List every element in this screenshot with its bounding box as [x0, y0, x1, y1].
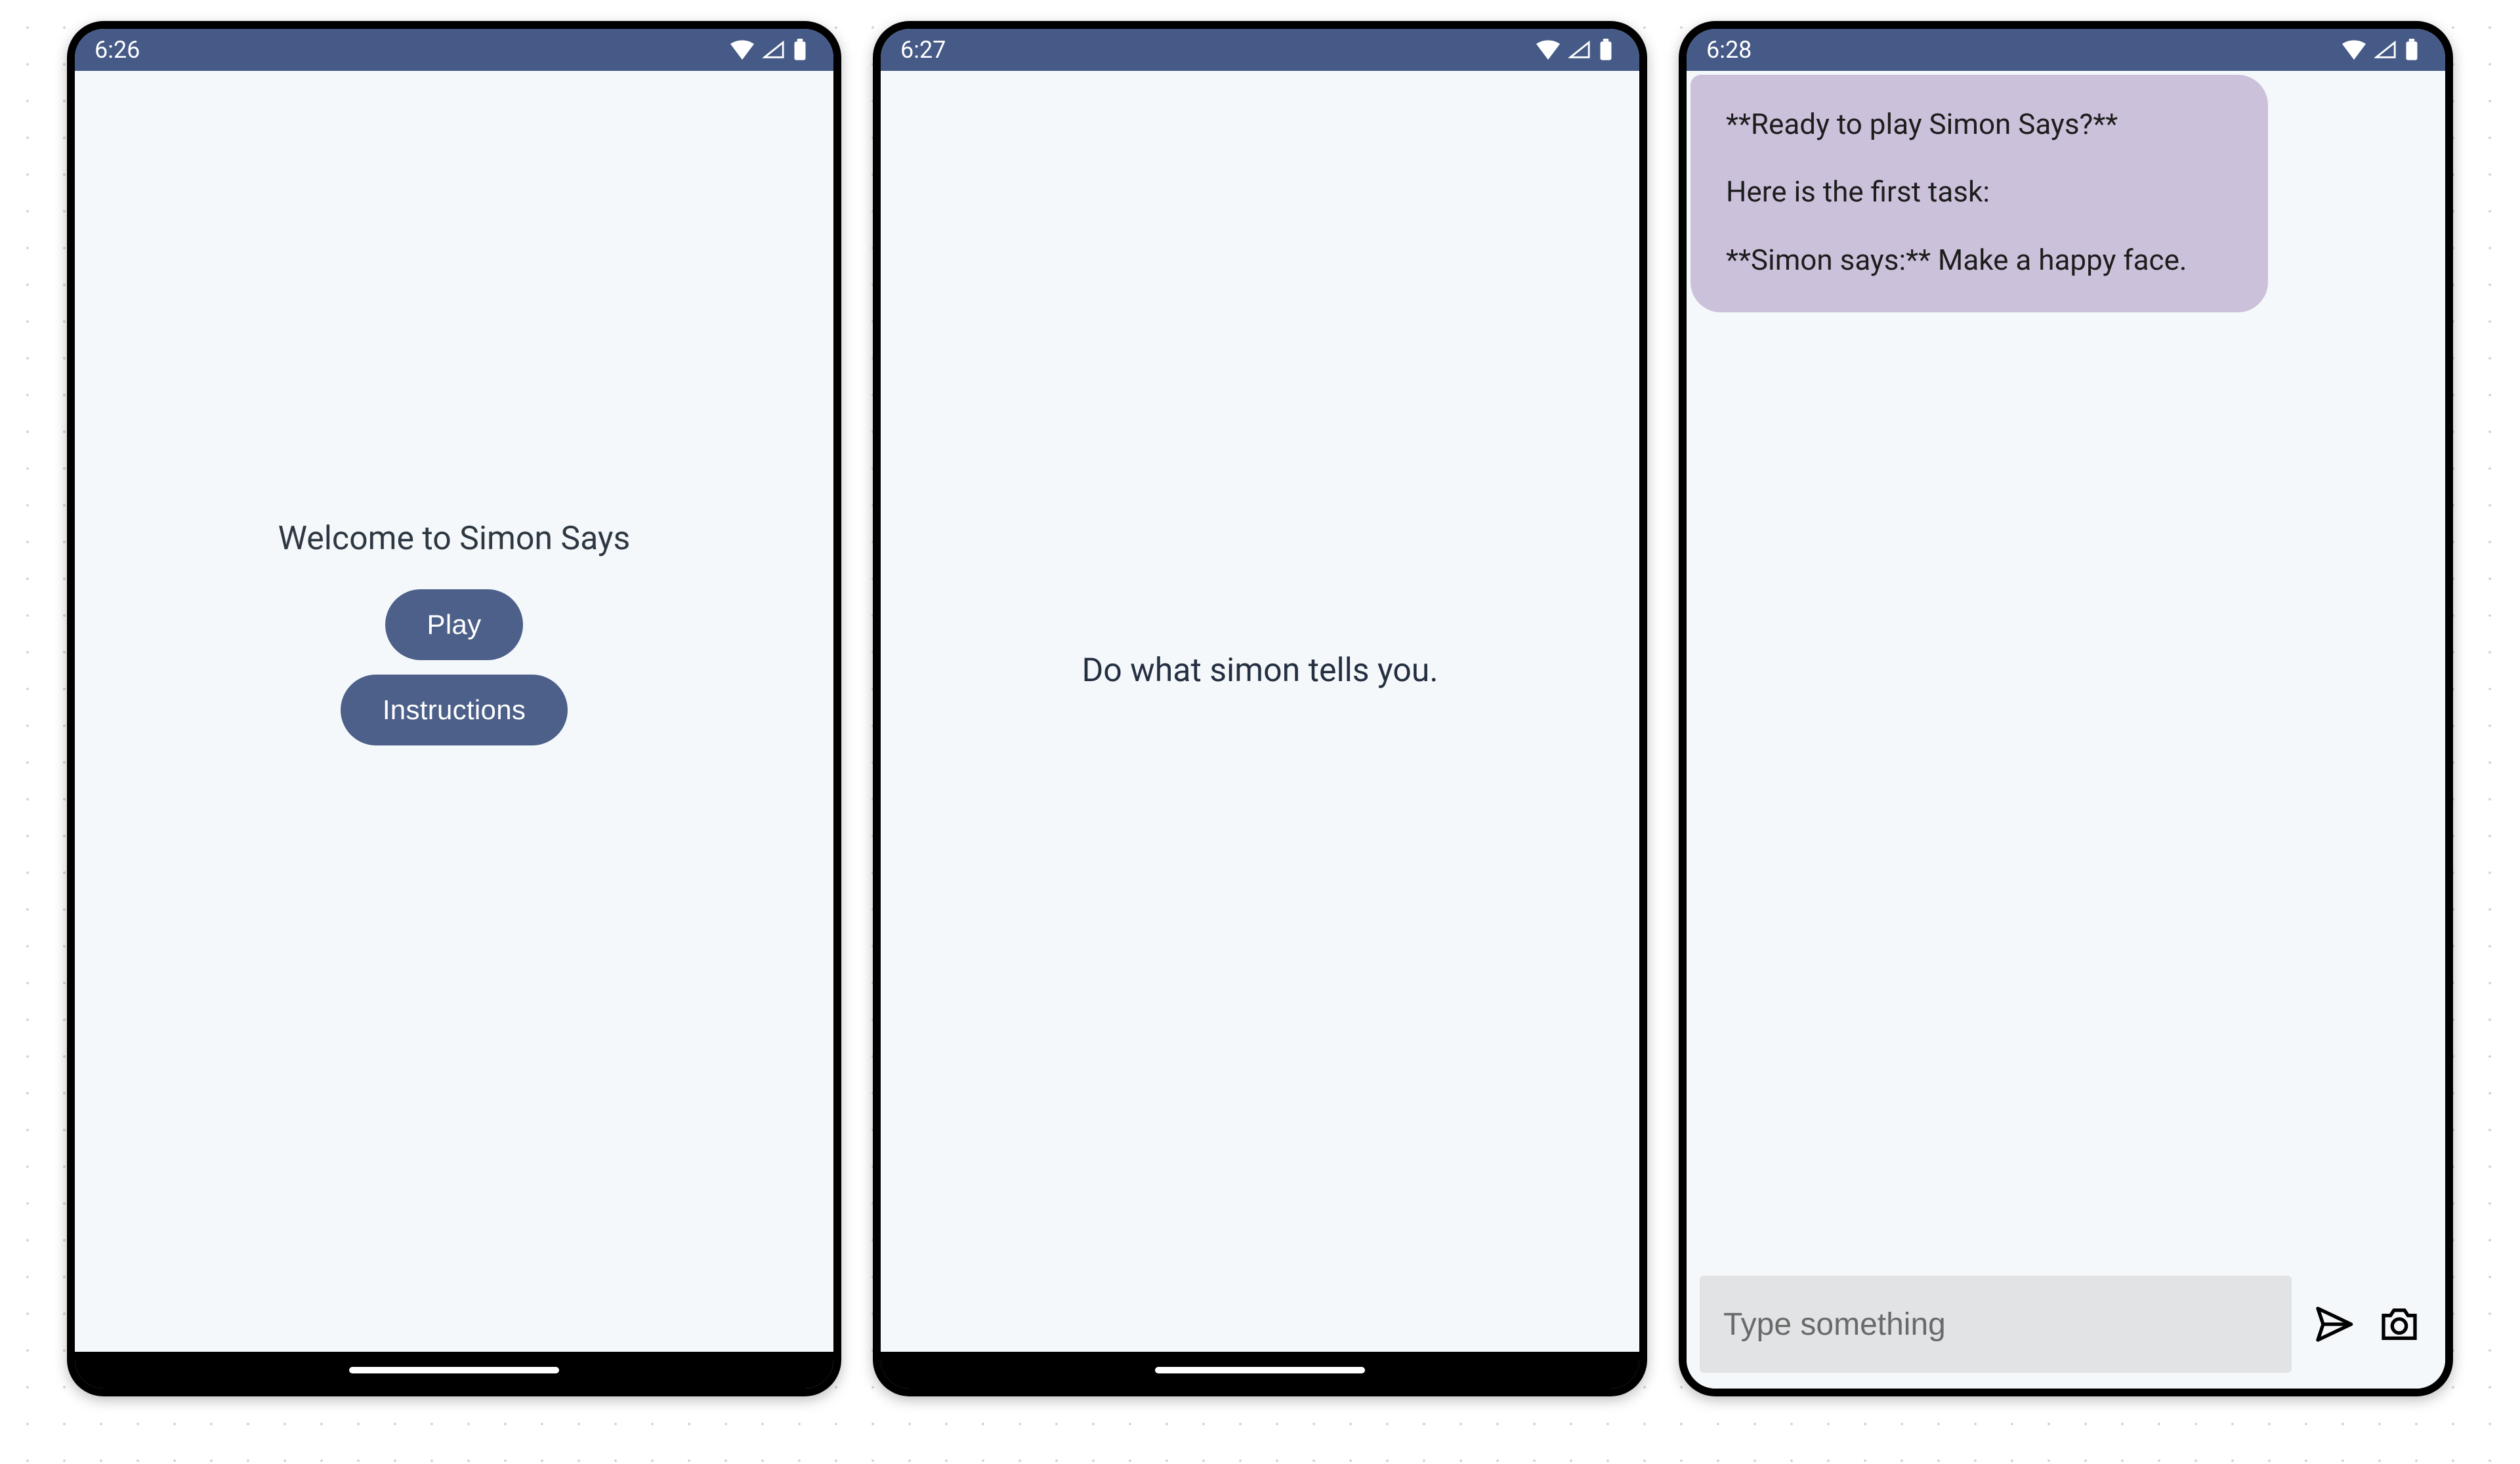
chat-input[interactable] [1700, 1276, 2292, 1373]
camera-button[interactable] [2376, 1301, 2423, 1348]
play-button[interactable]: Play [385, 589, 524, 660]
signal-icon [2374, 40, 2397, 60]
welcome-buttons: Play Instructions [341, 589, 568, 745]
status-bar: 6:28 [1687, 29, 2445, 71]
welcome-center-stack: Welcome to Simon Says Play Instructions [75, 29, 833, 1273]
chat-spacer [1687, 312, 2445, 1263]
chat-composer [1687, 1263, 2445, 1389]
gesture-nav-bar[interactable] [881, 1352, 1639, 1389]
send-button[interactable] [2310, 1301, 2357, 1348]
instructions-button[interactable]: Instructions [341, 675, 568, 745]
phone-frame-chat: 6:28 **Ready to play Simon Says?** Here … [1679, 21, 2453, 1396]
welcome-title: Welcome to Simon Says [278, 520, 631, 558]
gesture-nav-bar[interactable] [75, 1352, 833, 1389]
bubble-line: Here is the first task: [1726, 173, 2233, 211]
phone-screen-instructions: 6:27 Do what simon tells you. [881, 29, 1639, 1389]
status-icons [2342, 39, 2419, 61]
gesture-handle [349, 1367, 559, 1373]
send-icon [2313, 1303, 2355, 1345]
status-time: 6:28 [1706, 36, 1752, 64]
chat-content: **Ready to play Simon Says?** Here is th… [1687, 71, 2445, 1389]
assistant-message-bubble: **Ready to play Simon Says?** Here is th… [1690, 75, 2268, 312]
phone-screen-welcome: 6:26 Welcome to Simon Says Play Instruct… [75, 29, 833, 1389]
wifi-icon [2342, 40, 2366, 60]
phone-frame-instructions: 6:27 Do what simon tells you. [873, 21, 1647, 1396]
battery-icon [2404, 39, 2419, 61]
phone-screen-chat: 6:28 **Ready to play Simon Says?** Here … [1687, 29, 2445, 1389]
bubble-line: **Ready to play Simon Says?** [1726, 105, 2233, 144]
instructions-text: Do what simon tells you. [881, 30, 1639, 1311]
phones-row: 6:26 Welcome to Simon Says Play Instruct… [0, 0, 2520, 1464]
phone-frame-welcome: 6:26 Welcome to Simon Says Play Instruct… [67, 21, 841, 1396]
instructions-content: Do what simon tells you. [881, 71, 1639, 1352]
gesture-handle [1155, 1367, 1365, 1373]
bubble-line: **Simon says:** Make a happy face. [1726, 241, 2233, 280]
camera-icon [2378, 1303, 2420, 1345]
welcome-content: Welcome to Simon Says Play Instructions [75, 71, 833, 1352]
